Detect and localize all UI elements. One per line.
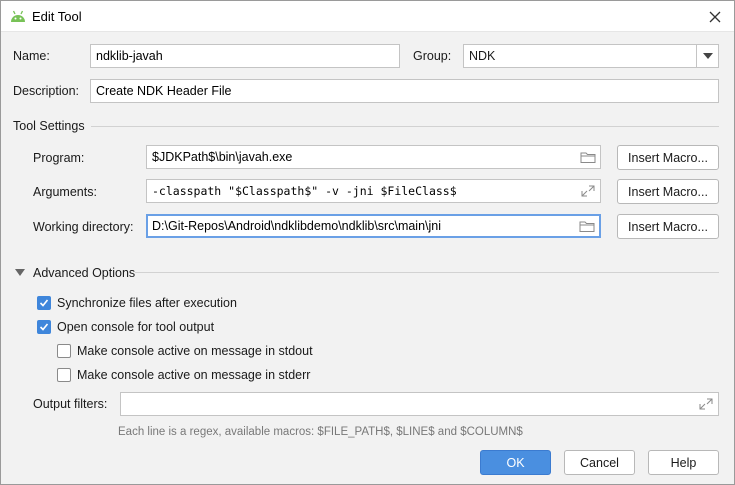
name-label: Name: <box>13 49 50 63</box>
ok-button[interactable]: OK <box>480 450 551 475</box>
sync-files-label[interactable]: Synchronize files after execution <box>57 296 237 310</box>
close-button[interactable] <box>696 1 734 32</box>
group-combobox[interactable]: NDK <box>463 44 719 68</box>
advanced-options-separator <box>135 272 719 273</box>
program-input-value: $JDKPath$\bin\javah.exe <box>152 150 293 164</box>
folder-icon[interactable] <box>579 219 595 233</box>
description-input-value: Create NDK Header File <box>96 84 232 98</box>
advanced-options-heading[interactable]: Advanced Options <box>33 266 135 280</box>
arguments-input[interactable]: -classpath "$Classpath$" -v -jni $FileCl… <box>146 179 601 203</box>
help-button[interactable]: Help <box>648 450 719 475</box>
description-input[interactable]: Create NDK Header File <box>90 79 719 103</box>
tool-settings-separator <box>91 126 719 127</box>
program-input[interactable]: $JDKPath$\bin\javah.exe <box>146 145 601 169</box>
console-active-stderr-checkbox[interactable] <box>57 368 71 382</box>
console-active-stderr-label[interactable]: Make console active on message in stderr <box>77 368 310 382</box>
working-directory-insert-macro-button[interactable]: Insert Macro... <box>617 214 719 239</box>
title-bar: Edit Tool <box>1 1 734 32</box>
program-label: Program: <box>33 151 85 165</box>
open-console-label[interactable]: Open console for tool output <box>57 320 214 334</box>
description-label: Description: <box>13 84 79 98</box>
android-icon <box>11 10 25 22</box>
output-filters-input[interactable] <box>120 392 719 416</box>
edit-tool-dialog: Edit Tool Name: ndklib-javah Group: NDK … <box>0 0 735 485</box>
output-filters-label: Output filters: <box>33 397 108 411</box>
tool-settings-heading: Tool Settings <box>13 119 85 133</box>
expand-icon[interactable] <box>698 397 714 411</box>
group-dropdown-button[interactable] <box>696 45 718 67</box>
collapse-triangle-icon[interactable] <box>15 269 25 276</box>
console-active-stdout-checkbox[interactable] <box>57 344 71 358</box>
working-directory-input[interactable]: D:\Git-Repos\Android\ndklibdemo\ndklib\s… <box>146 214 601 238</box>
name-input-value: ndklib-javah <box>96 49 163 63</box>
program-insert-macro-button[interactable]: Insert Macro... <box>617 145 719 170</box>
working-directory-label: Working directory: <box>33 220 134 234</box>
name-input[interactable]: ndklib-javah <box>90 44 400 68</box>
output-filters-hint: Each line is a regex, available macros: … <box>118 426 523 438</box>
arguments-input-value: -classpath "$Classpath$" -v -jni $FileCl… <box>152 184 457 198</box>
arguments-insert-macro-button[interactable]: Insert Macro... <box>617 179 719 204</box>
sync-files-checkbox[interactable] <box>37 296 51 310</box>
close-icon <box>709 11 721 22</box>
cancel-button[interactable]: Cancel <box>564 450 635 475</box>
triangle-down-icon <box>702 53 713 59</box>
working-directory-input-value: D:\Git-Repos\Android\ndklibdemo\ndklib\s… <box>152 219 442 233</box>
group-selected-value: NDK <box>469 49 496 63</box>
console-active-stdout-label[interactable]: Make console active on message in stdout <box>77 344 313 358</box>
open-console-checkbox[interactable] <box>37 320 51 334</box>
expand-icon[interactable] <box>580 184 596 198</box>
folder-icon[interactable] <box>580 150 596 164</box>
dialog-title: Edit Tool <box>32 9 82 24</box>
arguments-label: Arguments: <box>33 185 97 199</box>
group-label: Group: <box>413 49 452 63</box>
